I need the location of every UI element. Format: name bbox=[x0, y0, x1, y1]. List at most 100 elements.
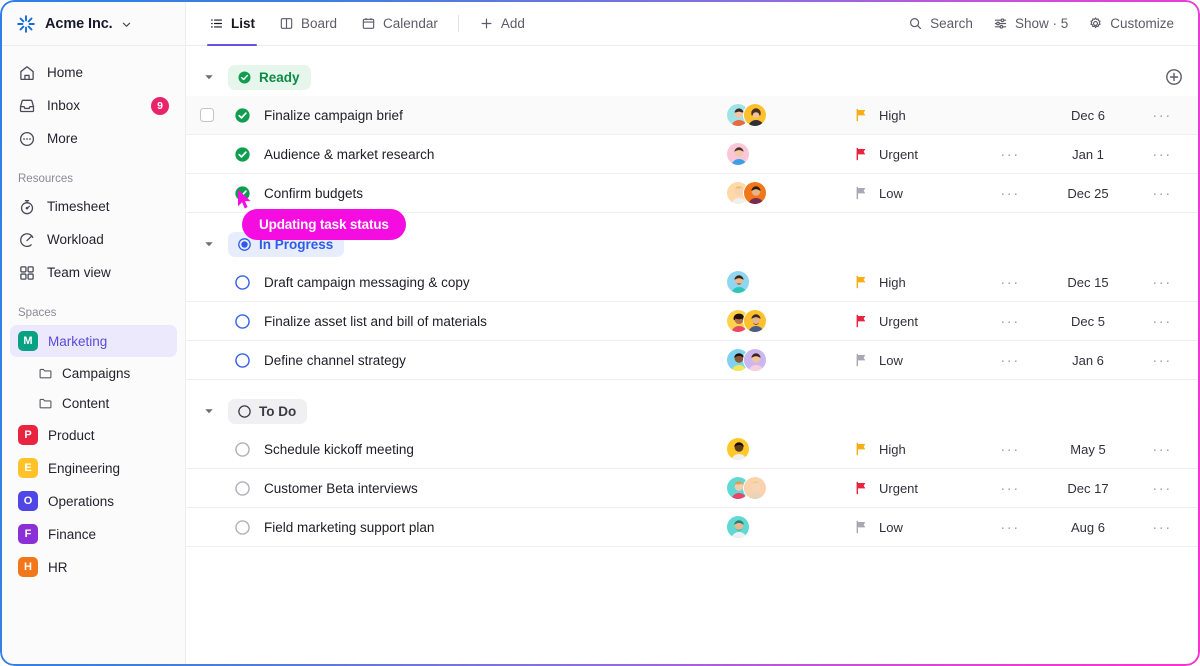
tab-list[interactable]: List bbox=[198, 2, 266, 46]
task-status-toggle[interactable] bbox=[228, 519, 256, 536]
task-status-toggle[interactable] bbox=[228, 107, 256, 124]
task-title[interactable]: Draft campaign messaging & copy bbox=[256, 275, 726, 290]
circle-outline-gray-icon[interactable] bbox=[234, 519, 251, 536]
customize-button[interactable]: Customize bbox=[1078, 10, 1184, 38]
table-row[interactable]: Schedule kickoff meeting High ··· May 5 bbox=[186, 430, 1198, 469]
priority-cell[interactable]: Low bbox=[854, 353, 984, 368]
priority-cell[interactable]: Urgent bbox=[854, 147, 984, 162]
assignee-avatars[interactable] bbox=[726, 309, 854, 333]
group-header-ready[interactable]: Ready bbox=[186, 58, 1198, 96]
group-header-in-progress[interactable]: In Progress bbox=[186, 225, 1198, 263]
assignee-avatars[interactable] bbox=[726, 348, 854, 372]
due-date[interactable]: Dec 25 bbox=[1036, 186, 1140, 201]
assignee-avatars[interactable] bbox=[726, 181, 854, 205]
circle-outline-gray-icon[interactable] bbox=[234, 441, 251, 458]
task-status-toggle[interactable] bbox=[228, 480, 256, 497]
assignee-avatars[interactable] bbox=[726, 270, 854, 294]
circle-outline-blue-icon[interactable] bbox=[234, 313, 251, 330]
task-title[interactable]: Define channel strategy bbox=[256, 353, 726, 368]
task-title[interactable]: Finalize campaign brief bbox=[256, 108, 726, 123]
due-date[interactable]: Dec 15 bbox=[1036, 275, 1140, 290]
row-more-actions[interactable]: ··· bbox=[1140, 274, 1184, 291]
due-date[interactable]: Dec 5 bbox=[1036, 314, 1140, 329]
extra-field-cell[interactable]: ··· bbox=[984, 441, 1036, 458]
task-title[interactable]: Field marketing support plan bbox=[256, 520, 726, 535]
priority-cell[interactable]: High bbox=[854, 108, 984, 123]
extra-field-cell[interactable]: ··· bbox=[984, 519, 1036, 536]
due-date[interactable]: Dec 17 bbox=[1036, 481, 1140, 496]
task-title[interactable]: Schedule kickoff meeting bbox=[256, 442, 726, 457]
task-title[interactable]: Confirm budgets bbox=[256, 186, 726, 201]
priority-cell[interactable]: Urgent bbox=[854, 481, 984, 496]
row-checkbox[interactable] bbox=[200, 108, 214, 122]
tab-calendar[interactable]: Calendar bbox=[350, 2, 449, 45]
sidebar-item-engineering[interactable]: E Engineering bbox=[10, 452, 177, 484]
table-row[interactable]: Confirm budgets Low ··· Dec 25 ··· bbox=[186, 174, 1198, 213]
task-status-toggle[interactable] bbox=[228, 441, 256, 458]
row-more-actions[interactable]: ··· bbox=[1140, 519, 1184, 536]
sidebar-item-product[interactable]: P Product bbox=[10, 419, 177, 451]
row-more-actions[interactable]: ··· bbox=[1140, 185, 1184, 202]
extra-field-cell[interactable]: ··· bbox=[984, 185, 1036, 202]
row-more-actions[interactable]: ··· bbox=[1140, 107, 1184, 124]
sidebar-item-workload[interactable]: Workload bbox=[10, 223, 177, 256]
priority-cell[interactable]: High bbox=[854, 275, 984, 290]
priority-cell[interactable]: Low bbox=[854, 186, 984, 201]
caret-down-icon[interactable] bbox=[202, 404, 228, 418]
extra-field-cell[interactable]: ··· bbox=[984, 274, 1036, 291]
search-button[interactable]: Search bbox=[898, 10, 983, 38]
sidebar-item-content[interactable]: Content bbox=[10, 388, 177, 418]
sidebar-item-hr[interactable]: H HR bbox=[10, 551, 177, 583]
due-date[interactable]: May 5 bbox=[1036, 442, 1140, 457]
sidebar-item-home[interactable]: Home bbox=[10, 56, 177, 89]
group-status-pill[interactable]: Ready bbox=[228, 64, 311, 90]
circle-outline-gray-icon[interactable] bbox=[234, 480, 251, 497]
row-more-actions[interactable]: ··· bbox=[1140, 352, 1184, 369]
task-title[interactable]: Finalize asset list and bill of material… bbox=[256, 314, 726, 329]
priority-cell[interactable]: Urgent bbox=[854, 314, 984, 329]
caret-down-icon[interactable] bbox=[202, 70, 228, 84]
group-header-to-do[interactable]: To Do bbox=[186, 392, 1198, 430]
group-status-pill[interactable]: In Progress bbox=[228, 231, 345, 257]
row-more-actions[interactable]: ··· bbox=[1140, 313, 1184, 330]
due-date[interactable]: Dec 6 bbox=[1036, 108, 1140, 123]
row-more-actions[interactable]: ··· bbox=[1140, 146, 1184, 163]
sidebar-item-more[interactable]: More bbox=[10, 122, 177, 155]
assignee-avatars[interactable] bbox=[726, 437, 854, 461]
assignee-avatars[interactable] bbox=[726, 515, 854, 539]
assignee-avatars[interactable] bbox=[726, 476, 854, 500]
extra-field-cell[interactable]: ··· bbox=[984, 352, 1036, 369]
sidebar-item-team-view[interactable]: Team view bbox=[10, 256, 177, 289]
row-more-actions[interactable]: ··· bbox=[1140, 441, 1184, 458]
table-row[interactable]: Finalize campaign brief High Dec 6 ··· bbox=[186, 96, 1198, 135]
check-circle-filled-icon[interactable] bbox=[234, 185, 251, 202]
sidebar-item-inbox[interactable]: Inbox 9 bbox=[10, 89, 177, 122]
task-status-toggle[interactable] bbox=[228, 146, 256, 163]
assignee-avatars[interactable] bbox=[726, 142, 854, 166]
table-row[interactable]: Define channel strategy Low ··· Jan 6 ··… bbox=[186, 341, 1198, 380]
table-row[interactable]: Audience & market research Urgent ··· Ja… bbox=[186, 135, 1198, 174]
check-circle-filled-icon[interactable] bbox=[234, 146, 251, 163]
check-circle-filled-icon[interactable] bbox=[234, 107, 251, 124]
sidebar-item-operations[interactable]: O Operations bbox=[10, 485, 177, 517]
group-status-pill[interactable]: To Do bbox=[228, 398, 308, 424]
circle-outline-blue-icon[interactable] bbox=[234, 274, 251, 291]
priority-cell[interactable]: High bbox=[854, 442, 984, 457]
task-status-toggle[interactable] bbox=[228, 274, 256, 291]
extra-field-cell[interactable]: ··· bbox=[984, 480, 1036, 497]
circle-outline-blue-icon[interactable] bbox=[234, 352, 251, 369]
workspace-switcher[interactable]: Acme Inc. bbox=[2, 2, 185, 46]
show-filters-button[interactable]: Show · 5 bbox=[983, 10, 1078, 38]
table-row[interactable]: Draft campaign messaging & copy High ···… bbox=[186, 263, 1198, 302]
caret-down-icon[interactable] bbox=[202, 237, 228, 251]
row-more-actions[interactable]: ··· bbox=[1140, 480, 1184, 497]
tab-board[interactable]: Board bbox=[268, 2, 348, 45]
priority-cell[interactable]: Low bbox=[854, 520, 984, 535]
task-status-toggle[interactable] bbox=[228, 352, 256, 369]
extra-field-cell[interactable]: ··· bbox=[984, 313, 1036, 330]
plus-circle-icon[interactable] bbox=[1164, 67, 1184, 87]
assignee-avatars[interactable] bbox=[726, 103, 854, 127]
table-row[interactable]: Finalize asset list and bill of material… bbox=[186, 302, 1198, 341]
sidebar-item-campaigns[interactable]: Campaigns bbox=[10, 358, 177, 388]
task-title[interactable]: Customer Beta interviews bbox=[256, 481, 726, 496]
